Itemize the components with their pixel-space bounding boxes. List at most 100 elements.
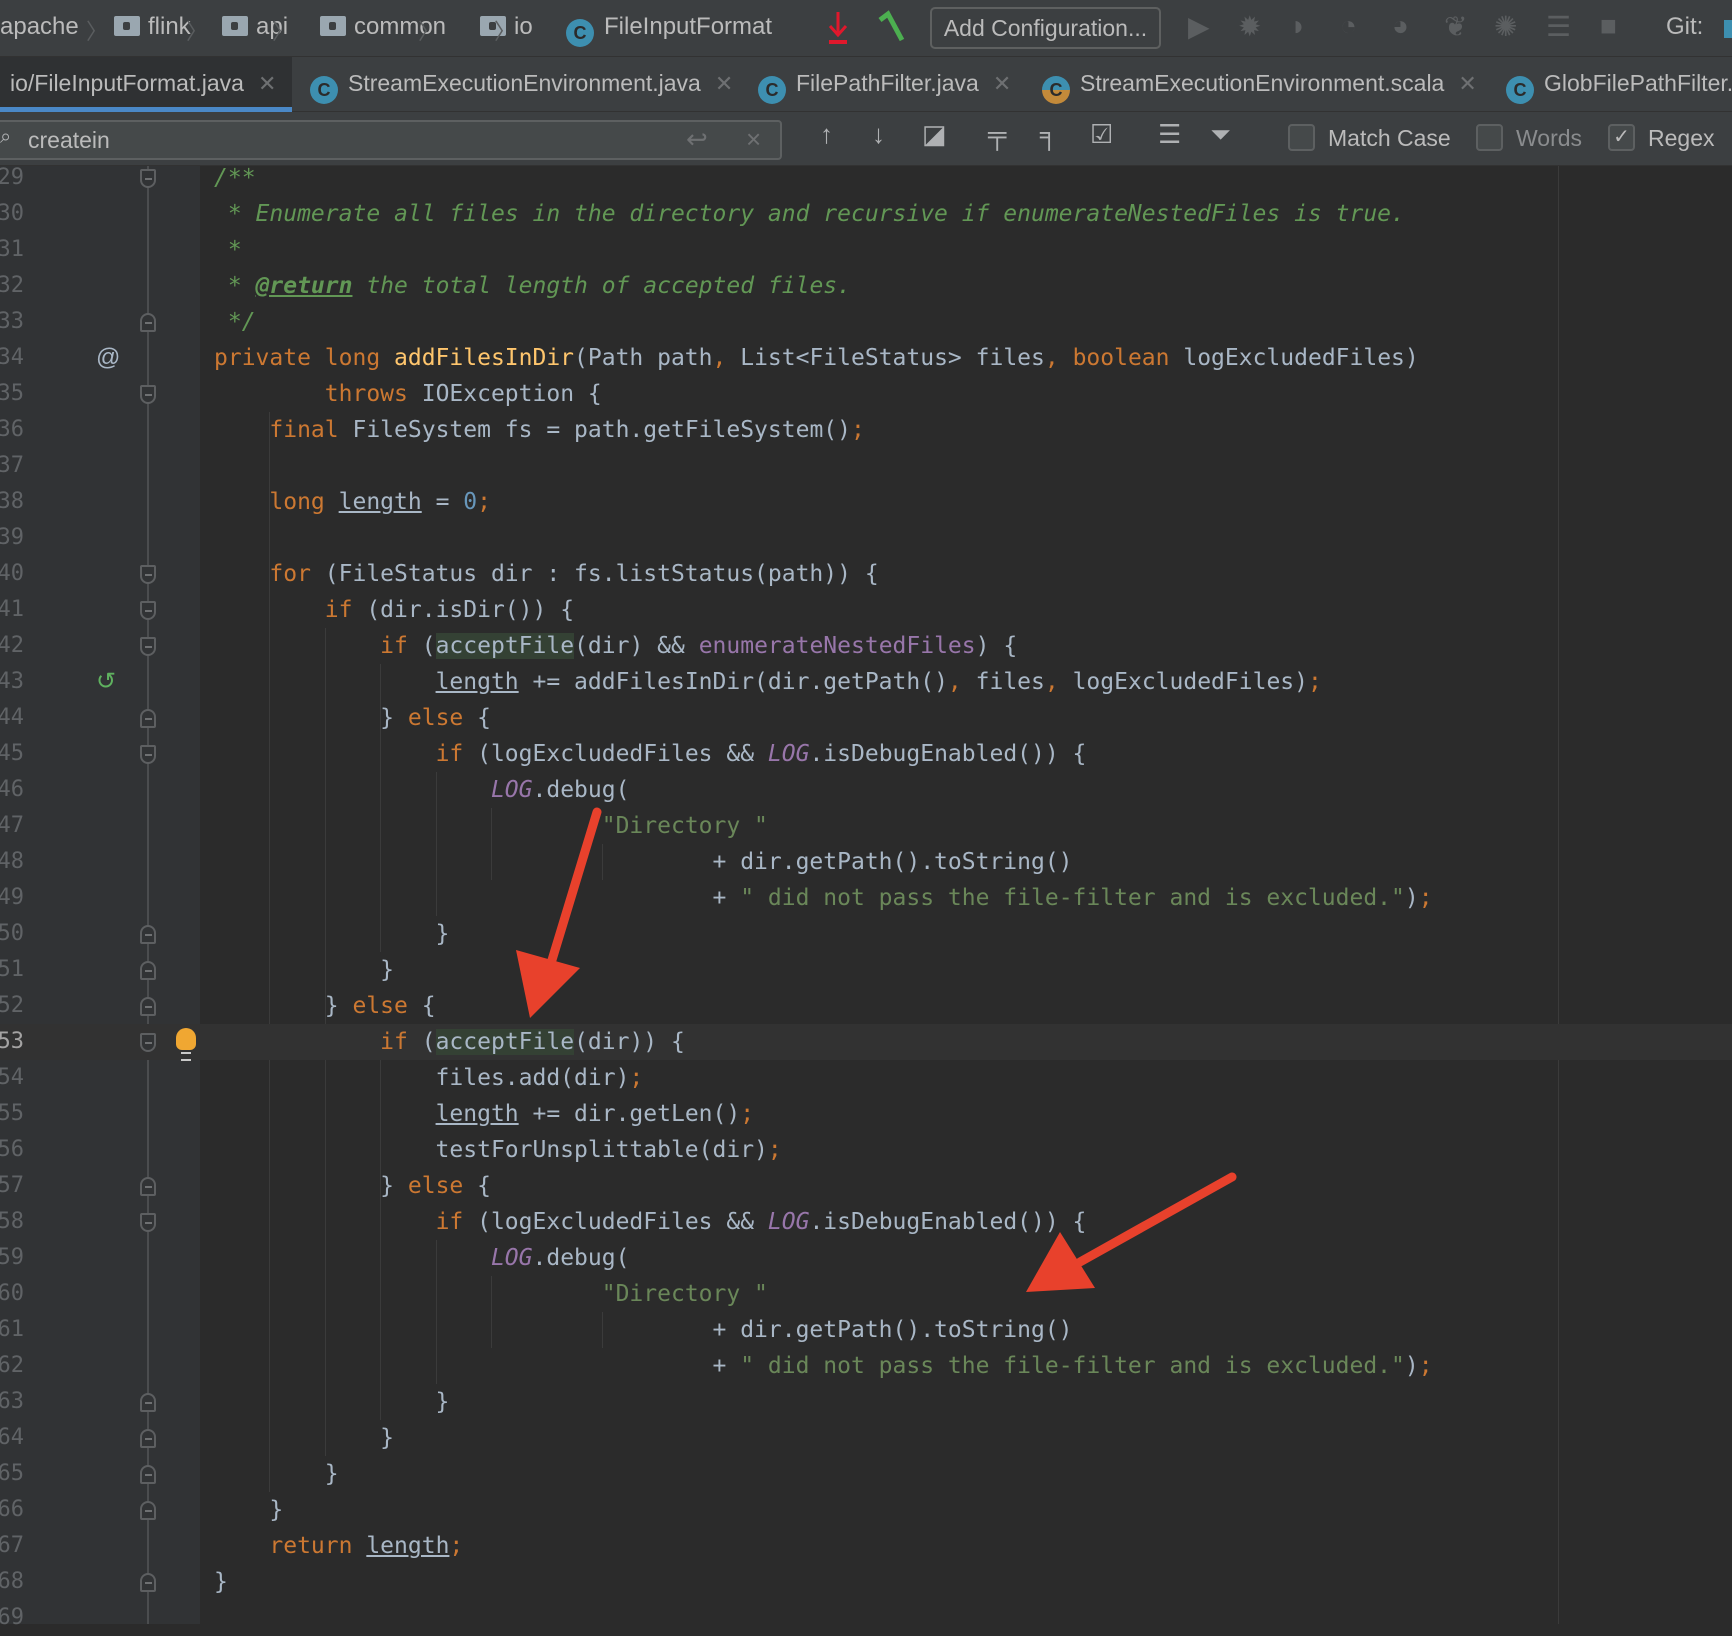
line-number[interactable]: 30 [0, 196, 24, 232]
tab-globfilepathfilter-java[interactable]: C GlobFilePathFilter.java [1506, 57, 1732, 112]
fold-end-icon[interactable] [140, 313, 156, 332]
line-number[interactable]: 42 [0, 628, 24, 664]
breadcrumb-item[interactable]: apache [0, 13, 79, 41]
fold-end-icon[interactable] [140, 1465, 156, 1484]
toggle-selection-icon[interactable]: ☑ [1090, 119, 1113, 150]
line-number[interactable]: 40 [0, 556, 24, 592]
line-number[interactable]: 37 [0, 448, 24, 484]
line-number[interactable]: 59 [0, 1240, 24, 1276]
clear-search-icon[interactable]: × [746, 124, 761, 155]
close-tab-icon[interactable]: ✕ [715, 71, 733, 96]
git-update-icon[interactable] [1724, 20, 1732, 38]
coverage-icon[interactable]: ◗ [1290, 10, 1307, 42]
stop-icon[interactable]: ■ [1600, 10, 1617, 42]
tab-filepathfilter-java[interactable]: C FilePathFilter.java ✕ [758, 57, 1011, 112]
fold-start-icon[interactable] [140, 637, 156, 656]
filter-settings-icon[interactable]: ☰ [1158, 119, 1181, 150]
fold-start-icon[interactable] [140, 565, 156, 584]
fold-start-icon[interactable] [140, 745, 156, 764]
line-number[interactable]: 44 [0, 700, 24, 736]
tab-streamexecutionenvironment-scala[interactable]: C StreamExecutionEnvironment.scala ✕ [1042, 57, 1477, 112]
next-occurrence-icon[interactable]: ↓ [872, 119, 885, 150]
line-number[interactable]: 41 [0, 592, 24, 628]
overriding-method-icon[interactable]: @ [96, 340, 120, 376]
line-number[interactable]: 50 [0, 916, 24, 952]
fold-end-icon[interactable] [140, 997, 156, 1016]
breadcrumb-item[interactable]: flink [114, 13, 191, 41]
profile-alt-icon[interactable]: ◕ [1392, 10, 1409, 42]
debug-icon[interactable]: ✹ [1238, 10, 1261, 43]
line-number[interactable]: 49 [0, 880, 24, 916]
line-number[interactable]: 52 [0, 988, 24, 1024]
line-number[interactable]: 43 [0, 664, 24, 700]
fold-start-icon[interactable] [140, 169, 156, 188]
line-number[interactable]: 68 [0, 1564, 24, 1600]
line-number[interactable]: 54 [0, 1060, 24, 1096]
line-number[interactable]: 36 [0, 412, 24, 448]
line-number[interactable]: 35 [0, 376, 24, 412]
build-hammer-icon[interactable] [874, 10, 906, 46]
fold-end-icon[interactable] [140, 925, 156, 944]
run-icon[interactable]: ▶ [1188, 10, 1210, 43]
line-number[interactable]: 33 [0, 304, 24, 340]
fold-end-icon[interactable] [140, 1429, 156, 1448]
line-number[interactable]: 29 [0, 160, 24, 196]
search-icon[interactable]: ⌕ [0, 126, 11, 149]
fold-start-icon[interactable] [140, 601, 156, 620]
line-number[interactable]: 57 [0, 1168, 24, 1204]
add-configuration-button[interactable]: Add Configuration... [930, 7, 1161, 49]
line-number[interactable]: 61 [0, 1312, 24, 1348]
search-query[interactable]: createin [28, 127, 110, 154]
fold-start-icon[interactable] [140, 1033, 156, 1052]
line-number[interactable]: 48 [0, 844, 24, 880]
fold-end-icon[interactable] [140, 1393, 156, 1412]
attach-icon[interactable]: ❦ [1444, 10, 1467, 43]
line-number[interactable]: 45 [0, 736, 24, 772]
fold-start-icon[interactable] [140, 1213, 156, 1232]
line-number[interactable]: 31 [0, 232, 24, 268]
run-list-icon[interactable]: ☰ [1546, 10, 1571, 43]
match-case-checkbox[interactable] [1288, 124, 1315, 151]
new-line-icon[interactable]: ↩ [686, 124, 708, 155]
line-number[interactable]: 46 [0, 772, 24, 808]
line-number[interactable]: 56 [0, 1132, 24, 1168]
debug-attach-icon[interactable]: ✺ [1494, 10, 1517, 43]
breadcrumb-item[interactable]: C FileInputFormat [566, 13, 772, 47]
fold-end-icon[interactable] [140, 1501, 156, 1520]
search-input[interactable]: ⌕ createin ↩ × [0, 120, 782, 160]
remove-selection-icon[interactable]: ╕ [1040, 119, 1058, 150]
line-number[interactable]: 67 [0, 1528, 24, 1564]
close-tab-icon[interactable]: ✕ [993, 71, 1011, 96]
close-tab-icon[interactable]: ✕ [1458, 71, 1476, 96]
tab-streamexecutionenvironment-java[interactable]: C StreamExecutionEnvironment.java ✕ [310, 57, 733, 112]
fold-end-icon[interactable] [140, 1177, 156, 1196]
words-checkbox[interactable] [1476, 124, 1503, 151]
line-number[interactable]: 58 [0, 1204, 24, 1240]
line-number[interactable]: 47 [0, 808, 24, 844]
recursive-call-icon[interactable]: ↺ [96, 664, 116, 700]
filter-icon[interactable]: ⏷ [1210, 119, 1231, 151]
profile-icon[interactable]: ◔ [1340, 10, 1357, 42]
add-selection-icon[interactable]: ╤ [988, 119, 1006, 150]
fold-end-icon[interactable] [140, 961, 156, 980]
line-number[interactable]: 39 [0, 520, 24, 556]
lightbulb-icon[interactable] [176, 1028, 196, 1061]
code-editor[interactable]: 29 /** 30 * Enumerate all files in the dir… [0, 160, 1732, 1636]
line-number[interactable]: 65 [0, 1456, 24, 1492]
line-number[interactable]: 53 [0, 1024, 24, 1060]
previous-occurrence-icon[interactable]: ↑ [820, 119, 833, 150]
regex-checkbox[interactable]: ✓ [1608, 124, 1635, 151]
line-number[interactable]: 60 [0, 1276, 24, 1312]
fold-start-icon[interactable] [140, 385, 156, 404]
select-all-occurrences-icon[interactable]: ◪ [922, 119, 947, 150]
line-number[interactable]: 69 [0, 1600, 24, 1636]
line-number[interactable]: 51 [0, 952, 24, 988]
line-number[interactable]: 66 [0, 1492, 24, 1528]
update-project-icon[interactable] [826, 8, 850, 48]
line-number[interactable]: 55 [0, 1096, 24, 1132]
line-number[interactable]: 32 [0, 268, 24, 304]
line-number[interactable]: 64 [0, 1420, 24, 1456]
line-number[interactable]: 38 [0, 484, 24, 520]
line-number[interactable]: 63 [0, 1384, 24, 1420]
tab-io-fileinputformat-java[interactable]: io/FileInputFormat.java ✕ [0, 57, 292, 112]
